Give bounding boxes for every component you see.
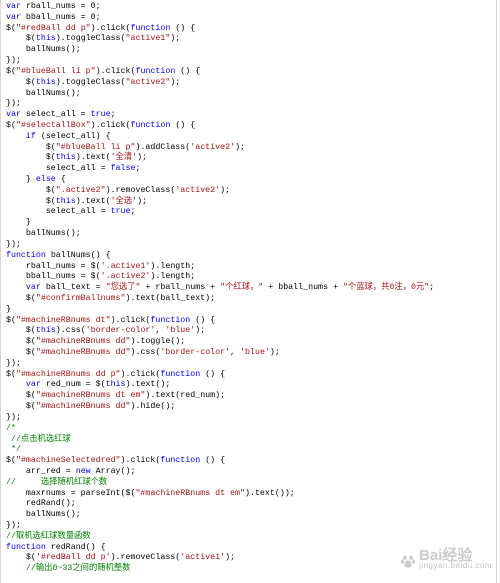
code-line: ballNums(); <box>6 45 81 55</box>
code-line: bball_nums = $('.active2').length; <box>6 272 196 282</box>
code-line: $(".active2").removeClass('active2'); <box>6 185 231 195</box>
code-line: ballNums(); <box>6 88 81 98</box>
code-lines: var rball_nums = 0; var bball_nums = 0; $(… <box>6 2 494 575</box>
code-line: select_all = false; <box>6 164 141 174</box>
code-line: $("#machineSelectedred").click(function … <box>6 456 226 466</box>
code-line: maxrnums = parseInt($("#machineRBnums dt… <box>6 488 295 498</box>
code-line: /* <box>6 423 16 433</box>
code-line: $("#redBall dd p").click(function () { <box>6 23 196 33</box>
watermark-url: jingyan.baidu.com <box>419 561 492 570</box>
code-line: //取机选红球数量函数 <box>6 531 91 541</box>
code-line: // 选择随机红球个数 <box>6 477 108 487</box>
code-line: $("#machineRBnums dd").css('border-color… <box>6 348 280 357</box>
code-line: $(this).toggleClass("active2"); <box>6 77 181 87</box>
code-line: $("#machineRBnums dd").toggle(); <box>6 337 186 347</box>
code-editor[interactable]: var rball_nums = 0; var bball_nums = 0; $(… <box>0 0 497 583</box>
code-line: ballNums(); <box>6 510 81 520</box>
code-line: $("#machineRBnums dd").hide(); <box>6 402 176 412</box>
code-line: var bball_nums = 0; <box>6 12 101 22</box>
code-line: $("#selectallBox").click(function () { <box>6 120 196 130</box>
code-line: $("#blueBall li p").click(function () { <box>6 66 201 76</box>
code-line: rball_nums = $('.active1').length; <box>6 261 196 271</box>
code-line: */ <box>6 445 21 455</box>
code-line: var red_num = $(this).text(); <box>25 380 171 390</box>
code-line: $("#machineRBnums dt").click(function ()… <box>6 315 216 325</box>
code-line: ballNums(); <box>6 229 81 239</box>
code-line: $(this).text('全选'); <box>6 196 148 206</box>
code-line: arr_red = new Array(); <box>6 466 136 476</box>
code-line: $(this).css('border-color', 'blue'); <box>6 326 206 336</box>
code-line: } <box>6 304 11 314</box>
code-line: } else { <box>6 175 66 184</box>
code-line: $(this).toggleClass("active1"); <box>6 34 181 44</box>
code-line: //点击机选红球 <box>6 434 71 444</box>
code-line: }); <box>6 358 21 368</box>
code-line: $("#blueBall li p").addClass('active2'); <box>6 142 246 152</box>
code-line: }); <box>6 56 21 66</box>
code-line: $("#confirmBallnums").text(ball_text); <box>6 293 216 303</box>
code-line: var ball_text = "您选了" + rball_nums + "个红… <box>25 283 435 293</box>
code-line: select_all = true; <box>6 207 136 217</box>
code-line: }); <box>6 412 21 422</box>
code-line: }); <box>6 521 21 530</box>
code-line: redRand(); <box>6 499 76 509</box>
code-line: var select_all = true; <box>6 110 116 120</box>
baidu-jingyan-watermark: Bai经验 jingyan.baidu.com <box>400 547 492 575</box>
code-line: }); <box>6 99 21 109</box>
code-line: $("#machineRBnums dd p").click(function … <box>6 369 226 379</box>
code-line: $("#machineRBnums dt em").text(red_num); <box>6 391 226 401</box>
watermark-brand: Bai经验 <box>419 547 473 564</box>
code-line: }); <box>6 239 21 249</box>
code-line: function ballNums() { <box>6 250 111 260</box>
paw-logo-icon <box>400 555 416 568</box>
code-line: if (select_all) { <box>25 131 111 141</box>
code-line: var rball_nums = 0; <box>6 2 101 11</box>
code-line: } <box>6 218 31 228</box>
code-line: $(this).text('全清'); <box>6 153 148 163</box>
